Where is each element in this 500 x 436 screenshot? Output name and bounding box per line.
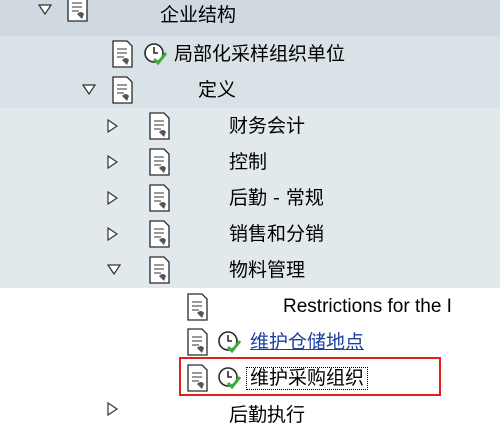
- tree-node-enterprise-structure[interactable]: 企业结构: [0, 0, 500, 36]
- chevron-down-icon[interactable]: [82, 84, 96, 96]
- tree-node-label[interactable]: 维护采购组织: [245, 367, 369, 390]
- tree-node-label: Restrictions for the I: [283, 296, 452, 317]
- chevron-down-icon[interactable]: [38, 4, 52, 16]
- document-icon: [67, 0, 88, 22]
- document-icon: [149, 148, 170, 176]
- tree-node-label: 定义: [198, 79, 237, 101]
- document-icon: [187, 293, 208, 321]
- document-icon: [187, 364, 208, 392]
- tree-node-controlling[interactable]: 控制: [0, 144, 500, 180]
- chevron-right-icon[interactable]: [107, 191, 119, 205]
- tree-node-link-label[interactable]: 维护仓储地点: [250, 333, 364, 352]
- document-icon: [149, 184, 170, 212]
- tree-node-financial-accounting[interactable]: 财务会计: [0, 108, 500, 144]
- tree-node-local-sampling[interactable]: 局部化采样组织单位: [0, 36, 500, 72]
- document-icon: [149, 220, 170, 248]
- tree-node-label: 物料管理: [229, 259, 306, 281]
- tree-node-logistics-general[interactable]: 后勤 - 常规: [0, 180, 500, 216]
- clock-check-icon[interactable]: [217, 366, 241, 390]
- chevron-right-icon[interactable]: [107, 119, 119, 133]
- tree-node-maintain-storage-location[interactable]: 维护仓储地点: [0, 324, 500, 360]
- tree-node-restrictions[interactable]: Restrictions for the I: [0, 288, 500, 324]
- document-icon: [112, 76, 133, 104]
- clock-check-icon[interactable]: [143, 42, 167, 66]
- tree-node-label: 后勤执行: [229, 404, 306, 426]
- chevron-right-icon[interactable]: [107, 155, 119, 169]
- chevron-right-icon[interactable]: [107, 227, 119, 241]
- document-icon: [112, 40, 133, 68]
- tree-node-label: 财务会计: [229, 115, 306, 137]
- clock-check-icon[interactable]: [217, 330, 241, 354]
- tree-node-materials-management[interactable]: 物料管理: [0, 252, 500, 288]
- tree-node-sales-distribution[interactable]: 销售和分销: [0, 216, 500, 252]
- tree-node-label: 企业结构: [160, 4, 237, 26]
- document-icon: [187, 328, 208, 356]
- document-icon: [149, 256, 170, 284]
- tree-node-label: 销售和分销: [229, 223, 325, 245]
- tree-node-logistics-execution[interactable]: 后勤执行: [0, 400, 500, 436]
- tree-node-maintain-purchasing-org[interactable]: 维护采购组织: [0, 360, 500, 396]
- customizing-tree: 企业结构 局部化采样组织单位 定义 财务会计 控制 后勤 - 常规 销售和分销: [0, 0, 500, 425]
- chevron-down-icon[interactable]: [107, 264, 121, 276]
- document-icon: [149, 112, 170, 140]
- tree-node-label: 控制: [229, 151, 268, 173]
- tree-node-label: 局部化采样组织单位: [174, 43, 346, 65]
- tree-node-definition[interactable]: 定义: [0, 72, 500, 108]
- tree-node-label: 后勤 - 常规: [229, 187, 324, 209]
